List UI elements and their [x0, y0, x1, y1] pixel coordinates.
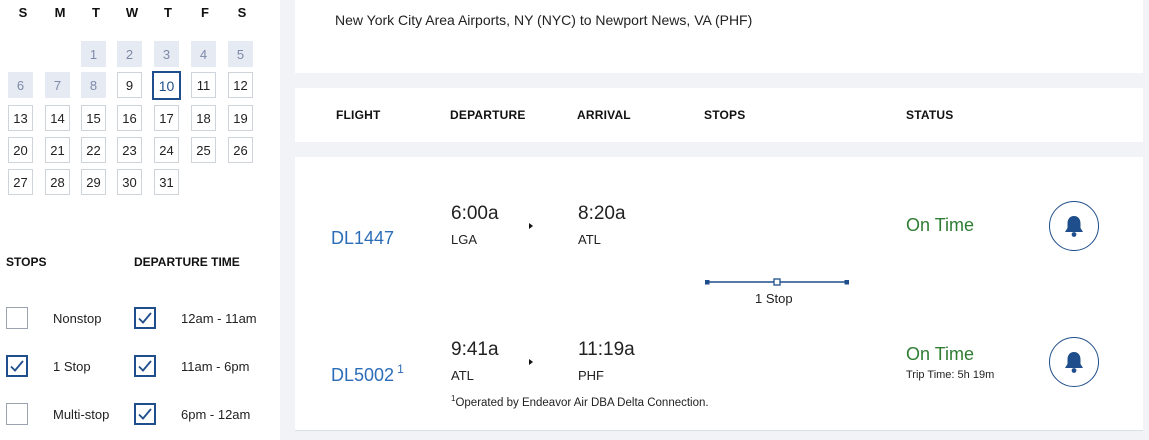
- calendar-day[interactable]: 20: [8, 137, 33, 163]
- calendar-day[interactable]: 28: [45, 169, 70, 195]
- one-stop-checkbox[interactable]: [6, 355, 28, 377]
- departure-6pm-12am-label: 6pm - 12am: [181, 407, 251, 422]
- operator-footnote: 1Operated by Endeavor Air DBA Delta Conn…: [451, 394, 709, 409]
- calendar-day[interactable]: 11: [191, 72, 216, 98]
- check-icon: [138, 360, 152, 372]
- calendar-day: 7: [45, 72, 70, 98]
- column-status: STATUS: [906, 108, 954, 122]
- arrival-time: 8:20a: [578, 203, 626, 224]
- column-departure: DEPARTURE: [450, 108, 526, 122]
- calendar-day[interactable]: 13: [8, 105, 33, 131]
- route-title: New York City Area Airports, NY (NYC) to…: [335, 12, 753, 28]
- flight-number-link[interactable]: DL1447: [331, 228, 394, 249]
- calendar-day[interactable]: 9: [117, 72, 142, 98]
- column-arrival: ARRIVAL: [577, 108, 631, 122]
- weekday-wed: W: [125, 5, 139, 20]
- arrival-airport: ATL: [578, 232, 601, 247]
- notify-button[interactable]: [1049, 201, 1099, 251]
- departure-time: 6:00a: [451, 203, 499, 224]
- calendar-day[interactable]: 26: [228, 137, 253, 163]
- stops-count: 1 Stop: [755, 291, 793, 306]
- calendar-day[interactable]: 19: [228, 105, 253, 131]
- route-summary-card: New York City Area Airports, NY (NYC) to…: [295, 0, 1143, 73]
- weekday-sun: S: [18, 5, 28, 20]
- one-stop-label: 1 Stop: [53, 359, 91, 374]
- calendar-day-selected[interactable]: 10: [152, 71, 181, 100]
- calendar-day[interactable]: 14: [45, 105, 70, 131]
- departure-12am-11am-checkbox[interactable]: [134, 307, 156, 329]
- calendar-day[interactable]: 31: [154, 169, 179, 195]
- calendar-day[interactable]: 15: [81, 105, 106, 131]
- calendar-day[interactable]: 27: [8, 169, 33, 195]
- calendar-day[interactable]: 25: [191, 137, 216, 163]
- calendar-day[interactable]: 12: [228, 72, 253, 98]
- multi-stop-label: Multi-stop: [53, 407, 110, 422]
- departure-11am-6pm-label: 11am - 6pm: [181, 359, 250, 374]
- calendar-day: 8: [81, 72, 106, 98]
- calendar-day[interactable]: 22: [81, 137, 106, 163]
- calendar-day: 5: [228, 41, 253, 67]
- weekday-fri: F: [201, 5, 209, 20]
- bell-icon: [1065, 352, 1083, 373]
- flight-number-link[interactable]: DL5002 1: [331, 362, 404, 386]
- calendar-day[interactable]: 24: [154, 137, 179, 163]
- flight-number: DL5002: [331, 365, 395, 385]
- calendar-day[interactable]: 17: [154, 105, 179, 131]
- departure-6pm-12am-checkbox[interactable]: [134, 403, 156, 425]
- caret-right-icon: [529, 223, 533, 229]
- trip-time: Trip Time: 5h 19m: [906, 369, 995, 381]
- flight-result-card: [295, 157, 1143, 431]
- departure-12am-11am-label: 12am - 11am: [181, 311, 257, 326]
- calendar-day[interactable]: 18: [191, 105, 216, 131]
- calendar-day: 1: [81, 41, 106, 67]
- stops-filter-heading: STOPS: [6, 255, 47, 269]
- departure-airport: ATL: [451, 368, 474, 383]
- flight-number: DL1447: [331, 228, 395, 248]
- column-stops: STOPS: [704, 108, 746, 122]
- column-flight: FLIGHT: [336, 108, 381, 122]
- check-icon: [10, 360, 24, 372]
- stops-route-line: [705, 278, 849, 286]
- arrival-airport: PHF: [578, 368, 604, 383]
- departure-airport: LGA: [451, 232, 478, 247]
- calendar-day: 2: [117, 41, 142, 67]
- weekday-thu: T: [164, 5, 172, 20]
- calendar-day[interactable]: 29: [81, 169, 106, 195]
- departure-time-filter-heading: DEPARTURE TIME: [134, 255, 240, 269]
- calendar-day: 4: [191, 41, 216, 67]
- caret-right-icon: [529, 359, 533, 365]
- nonstop-label: Nonstop: [53, 311, 102, 326]
- results-header: FLIGHT DEPARTURE ARRIVAL STOPS STATUS: [295, 88, 1143, 142]
- calendar-day[interactable]: 30: [117, 169, 142, 195]
- multi-stop-checkbox[interactable]: [6, 403, 28, 425]
- weekday-tue: T: [92, 5, 100, 20]
- weekday-sat: S: [237, 5, 247, 20]
- footnote-text: Operated by Endeavor Air DBA Delta Conne…: [455, 396, 709, 409]
- calendar-day: 6: [8, 72, 33, 98]
- flight-status: On Time: [906, 344, 975, 364]
- calendar-day: 3: [154, 41, 179, 67]
- departure-time: 9:41a: [451, 339, 499, 360]
- check-icon: [138, 312, 152, 324]
- check-icon: [138, 408, 152, 420]
- bell-icon: [1065, 216, 1083, 237]
- flight-status: On Time: [906, 215, 975, 235]
- calendar-day[interactable]: 21: [45, 137, 70, 163]
- calendar-day[interactable]: 16: [117, 105, 142, 131]
- footnote-ref: 1: [397, 362, 404, 376]
- departure-11am-6pm-checkbox[interactable]: [134, 355, 156, 377]
- filter-sidebar: S M T W T F S 1 2 3 4 5 6 7 8 9 10 11 12…: [0, 0, 280, 440]
- nonstop-checkbox[interactable]: [6, 307, 28, 329]
- calendar-day[interactable]: 23: [117, 137, 142, 163]
- arrival-time: 11:19a: [578, 339, 635, 360]
- weekday-mon: M: [54, 5, 66, 20]
- notify-button[interactable]: [1049, 337, 1099, 387]
